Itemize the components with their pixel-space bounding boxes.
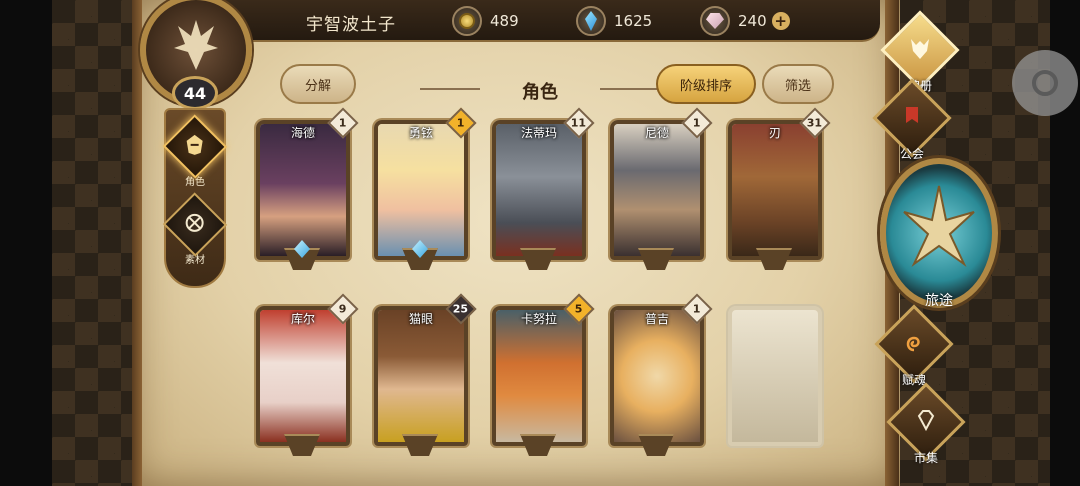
title-flourish-right [600, 88, 660, 90]
title-flourish-left [420, 88, 480, 90]
hero-card[interactable]: 尼德 1 [610, 107, 713, 270]
market-button[interactable]: 市集 [884, 382, 968, 466]
disassemble-button[interactable]: 分解 [280, 64, 356, 104]
hero-card[interactable]: 法蒂玛 11 [492, 107, 595, 270]
hero-portrait [496, 310, 582, 442]
crystal-amount: 1625 [614, 12, 653, 30]
player-level-badge: 44 [172, 76, 218, 110]
gold-coin-icon [452, 6, 482, 36]
locked-hero-silhouette [732, 310, 818, 442]
guild-button[interactable]: 公会 [870, 78, 954, 162]
soul-infuse-button[interactable]: 赋魂 [872, 304, 956, 388]
filter-button[interactable]: 筛选 [762, 64, 834, 104]
hero-portrait [260, 124, 346, 256]
soul-book-button[interactable]: 魂册 [878, 10, 962, 94]
hero-card[interactable]: 普吉 1 [610, 293, 713, 456]
add-soul-gem-button[interactable]: + [771, 12, 790, 30]
hero-portrait [378, 310, 464, 442]
section-title: 角色 [522, 82, 558, 103]
locked-hero-card[interactable] [728, 306, 822, 446]
hero-portrait [732, 124, 818, 256]
gold-resource[interactable]: 489 [452, 5, 519, 37]
sort-by-tier-button[interactable]: 阶级排序 [656, 64, 756, 104]
hero-portrait [378, 124, 464, 256]
floating-assist-button[interactable] [1012, 50, 1078, 116]
guild-label: 公会 [899, 147, 924, 161]
hero-portrait [614, 124, 700, 256]
hero-card[interactable]: 海德 1 [256, 107, 359, 270]
material-icon [162, 192, 228, 257]
hero-portrait [614, 310, 700, 442]
hero-card[interactable]: 刃 31 [728, 107, 831, 270]
soul-gem-resource[interactable]: 240 + [700, 5, 790, 37]
hero-card[interactable]: 库尔 9 [256, 293, 359, 456]
parchment-frame-left [132, 0, 142, 486]
hero-portrait [260, 310, 346, 442]
assist-ring-icon [1032, 70, 1058, 96]
journey-button[interactable] [880, 158, 998, 308]
hero-portrait [496, 124, 582, 256]
gold-amount: 489 [490, 12, 519, 30]
crystal-resource[interactable]: 1625 [576, 5, 652, 37]
tab-heroes[interactable]: 角色 [162, 114, 228, 188]
soul-gem-amount: 240 [738, 12, 767, 30]
player-name: 宇智波土子 [306, 15, 396, 35]
hero-helmet-icon [162, 114, 228, 179]
left-patterned-border [52, 0, 144, 486]
hero-card[interactable]: 猫眼 25 [374, 293, 477, 456]
crest-icon [174, 20, 218, 70]
journey-label: 旅途 [925, 293, 953, 309]
market-label: 市集 [913, 451, 938, 465]
compass-emblem-icon [903, 185, 975, 268]
tab-materials[interactable]: 素材 [162, 192, 228, 266]
hero-card[interactable]: 勇铉 1 [374, 107, 477, 270]
soul-gem-icon [700, 6, 730, 36]
blue-crystal-icon [576, 6, 606, 36]
screen-edge-left [0, 0, 52, 486]
hero-card[interactable]: 卡努拉 5 [492, 293, 595, 456]
